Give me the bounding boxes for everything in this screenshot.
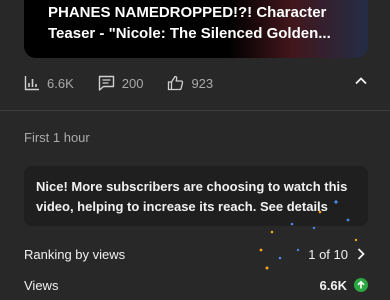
video-title: PHANES NAMEDROPPED!?! Character Teaser -… bbox=[48, 2, 348, 44]
video-stats-row: 6.6K 200 923 bbox=[24, 72, 368, 94]
ranking-label: Ranking by views bbox=[24, 246, 126, 262]
comments-count: 200 bbox=[121, 75, 144, 91]
bar-chart-icon bbox=[24, 76, 39, 91]
views-stat: 6.6K bbox=[24, 75, 74, 91]
comments-stat: 200 bbox=[98, 75, 144, 91]
thumbs-up-icon bbox=[168, 75, 184, 91]
video-analytics-panel: PHANES NAMEDROPPED!?! Character Teaser -… bbox=[0, 0, 390, 300]
divider bbox=[0, 110, 390, 111]
comment-icon bbox=[98, 75, 114, 91]
see-details-link[interactable]: See details bbox=[260, 199, 328, 214]
video-title-line-1: PHANES NAMEDROPPED!?! Character bbox=[48, 4, 327, 21]
ranking-value: 1 of 10 bbox=[308, 246, 348, 262]
views-value: 6.6K bbox=[319, 277, 347, 293]
views-row: Views 6.6K bbox=[24, 274, 368, 296]
views-count: 6.6K bbox=[47, 75, 74, 91]
video-title-line-2: Teaser - "Nicole: The Silenced Golden... bbox=[48, 25, 331, 42]
collapse-button[interactable] bbox=[354, 74, 368, 93]
video-card[interactable]: PHANES NAMEDROPPED!?! Character Teaser -… bbox=[24, 0, 368, 58]
ranking-row[interactable]: Ranking by views 1 of 10 bbox=[24, 243, 368, 265]
ranking-value-group: 1 of 10 bbox=[308, 247, 368, 262]
views-value-group: 6.6K bbox=[320, 278, 368, 293]
likes-count: 923 bbox=[191, 75, 214, 91]
chevron-up-icon bbox=[355, 77, 367, 85]
performance-notice: Nice! More subscribers are choosing to w… bbox=[24, 166, 368, 226]
likes-stat: 923 bbox=[167, 75, 213, 91]
chevron-right-icon[interactable] bbox=[354, 247, 368, 261]
arrow-up-icon bbox=[354, 278, 368, 292]
period-label: First 1 hour bbox=[24, 130, 90, 145]
views-label: Views bbox=[24, 277, 59, 293]
